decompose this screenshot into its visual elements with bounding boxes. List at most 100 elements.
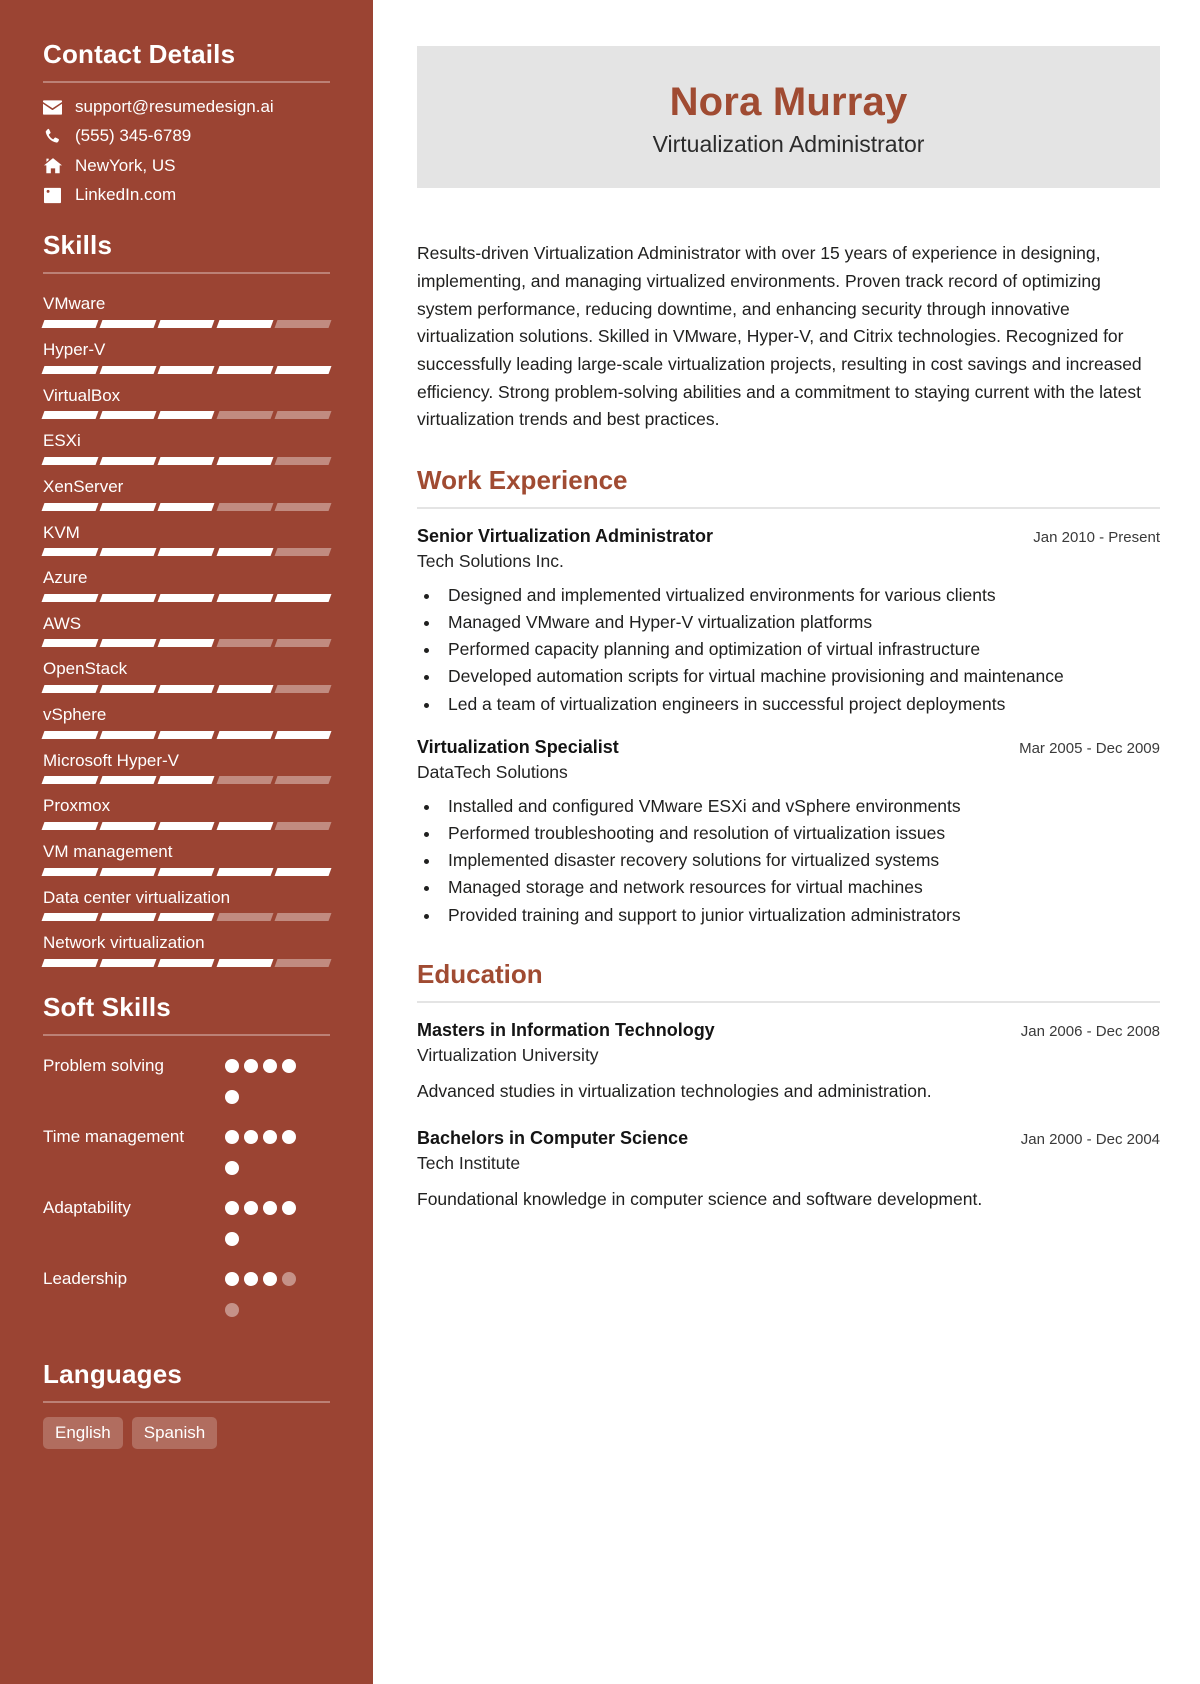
skill-level-segment (99, 548, 157, 557)
contact-value: (555) 345-6789 (75, 126, 192, 146)
skill-item: VirtualBox (41, 380, 332, 420)
rating-dot (225, 1231, 239, 1246)
skill-level-segment (274, 639, 332, 648)
skill-level-segment (41, 822, 99, 831)
skill-item: vSphere (41, 699, 332, 739)
soft-skills-list: Problem solving Time management Adaptabili… (43, 1050, 330, 1334)
skill-item: Network virtualization (41, 927, 332, 967)
skill-level-segment (274, 502, 332, 511)
skills-section: Skills VMware Hyper-V VirtualBox ESXi XenSer… (41, 231, 332, 967)
skill-level-bar (41, 548, 332, 557)
skill-level-bar (41, 822, 332, 831)
education-date: Jan 2006 - Dec 2008 (1020, 1022, 1160, 1040)
skill-level-segment (99, 411, 157, 420)
education-section: Education Masters in Information Technol… (417, 959, 1160, 1213)
sidebar: Contact Details support@resumedesign.ai (… (0, 0, 373, 1684)
skill-item: Proxmox (41, 790, 332, 831)
skill-level-segment (41, 913, 99, 922)
work-entry-bullets: Installed and configured VMware ESXi and… (441, 793, 1160, 928)
skill-level-segment (41, 411, 99, 420)
education-degree: Masters in Information Technology (417, 1019, 715, 1040)
skill-level-segment (99, 822, 157, 831)
contact-item[interactable]: LinkedIn.com (43, 185, 330, 205)
skill-level-segment (274, 411, 332, 420)
contact-item[interactable]: support@resumedesign.ai (43, 97, 330, 117)
work-entry-company: Tech Solutions Inc. (417, 551, 564, 572)
rating-dot (282, 1129, 296, 1144)
work-entry-header: Senior Virtualization Administrator Jan 2… (417, 525, 1160, 548)
skill-level-segment (157, 365, 216, 374)
skill-item: VMware (41, 288, 332, 328)
skill-level-segment (99, 958, 157, 967)
soft-skill-name: Adaptability (43, 1197, 131, 1217)
skill-level-segment (41, 867, 99, 876)
phone-icon (43, 127, 62, 146)
skill-level-segment (157, 456, 216, 465)
skill-name: ESXi (43, 431, 81, 451)
skill-item: Hyper-V (41, 334, 332, 374)
soft-skill-rating (225, 1263, 301, 1334)
work-entry-title: Senior Virtualization Administrator (417, 525, 714, 546)
languages-list: English Spanish (43, 1416, 330, 1450)
skill-level-bar (41, 776, 332, 785)
skill-level-segment (99, 685, 157, 694)
skill-item: Azure (41, 562, 332, 602)
contact-item[interactable]: (555) 345-6789 (43, 126, 330, 146)
skill-level-segment (41, 776, 99, 785)
rating-dot (225, 1089, 239, 1104)
work-entry-date: Mar 2005 - Dec 2009 (1019, 739, 1160, 757)
rating-dot (244, 1058, 258, 1073)
skill-name: VMware (43, 294, 106, 314)
skills-list: VMware Hyper-V VirtualBox ESXi XenServer KVM A… (41, 288, 332, 967)
soft-skills-heading: Soft Skills (43, 991, 171, 1022)
skill-name: Azure (43, 568, 88, 588)
skill-level-segment (216, 867, 274, 876)
rating-dot (225, 1160, 239, 1175)
skill-item: ESXi (41, 425, 332, 465)
work-entry-header: Virtualization Specialist Mar 2005 - Dec … (417, 736, 1160, 759)
section-divider (43, 80, 330, 83)
skill-level-segment (157, 958, 216, 967)
candidate-name: Nora Murray (669, 80, 908, 124)
skill-level-segment (41, 456, 99, 465)
skill-name: AWS (43, 613, 82, 633)
linkedin-icon (43, 186, 62, 205)
skill-level-bar (41, 730, 332, 739)
contact-value: NewYork, US (75, 155, 176, 175)
rating-dot (225, 1271, 239, 1286)
section-divider (417, 506, 1160, 509)
skill-level-segment (274, 593, 332, 602)
skill-level-segment (41, 502, 99, 511)
skill-level-segment (157, 593, 216, 602)
skill-level-segment (216, 913, 274, 922)
envelope-icon (43, 98, 62, 117)
skill-level-bar (41, 639, 332, 648)
skill-level-segment (157, 776, 216, 785)
section-divider (417, 1000, 1160, 1003)
main-content: Nora Murray Virtualization Administrator… (373, 0, 1200, 1684)
section-divider (43, 1033, 330, 1036)
skill-level-segment (216, 685, 274, 694)
skill-level-segment (41, 958, 99, 967)
skill-level-segment (99, 456, 157, 465)
contact-item[interactable]: NewYork, US (43, 156, 330, 176)
soft-skill-row: Adaptability (43, 1192, 330, 1263)
skill-level-segment (274, 867, 332, 876)
skill-level-segment (41, 548, 99, 557)
rating-dot (225, 1302, 239, 1317)
bullet-item: Developed automation scripts for virtual… (441, 663, 1160, 689)
rating-dot (263, 1271, 277, 1286)
skill-name: VM management (43, 842, 173, 862)
bullet-item: Managed storage and network resources fo… (441, 874, 1160, 900)
rating-dot (225, 1129, 239, 1144)
home-icon (43, 156, 62, 175)
skill-level-segment (41, 319, 99, 328)
skill-level-bar (41, 867, 332, 876)
rating-dot (244, 1271, 258, 1286)
skill-level-segment (216, 456, 274, 465)
skill-level-segment (216, 639, 274, 648)
skill-item: AWS (41, 608, 332, 648)
skill-name: VirtualBox (43, 385, 121, 405)
contact-value: support@resumedesign.ai (75, 96, 274, 116)
work-experience-list: Senior Virtualization Administrator Jan 2… (417, 525, 1160, 928)
